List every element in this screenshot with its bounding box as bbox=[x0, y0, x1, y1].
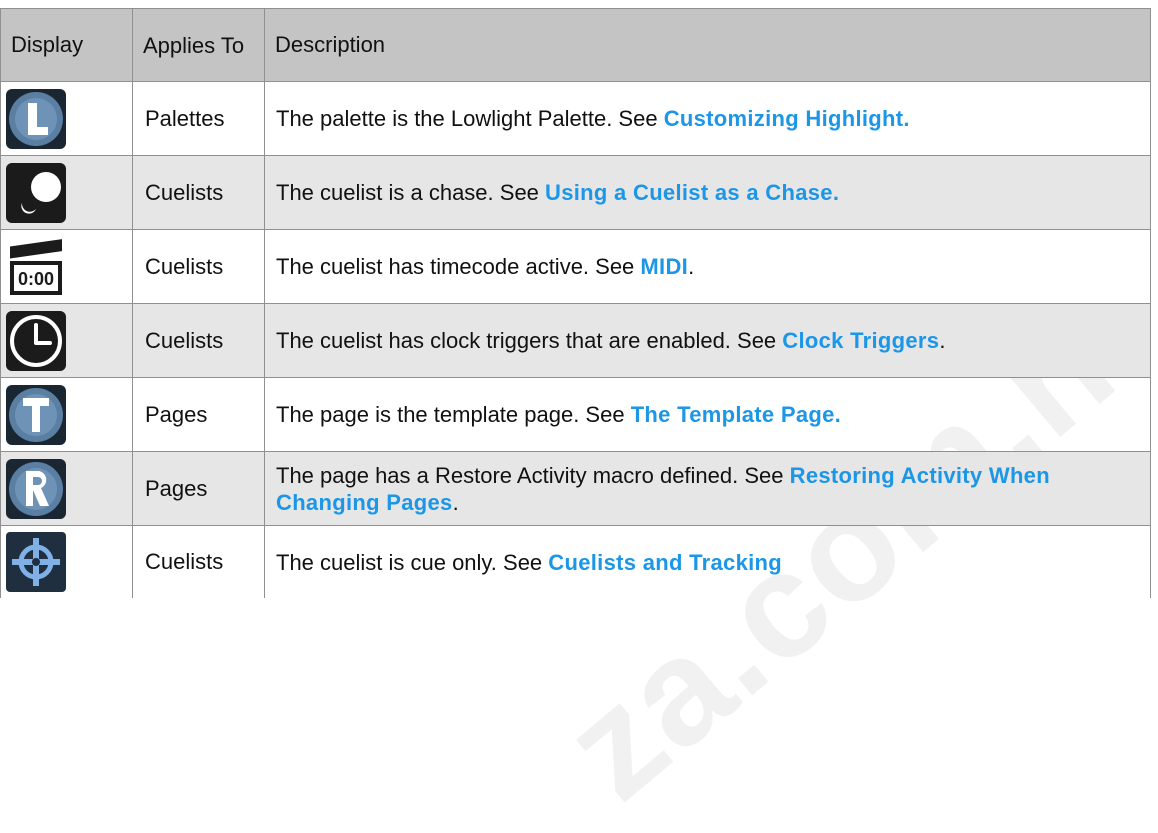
description-text: The page has a Restore Activity macro de… bbox=[276, 462, 790, 488]
link-clock-triggers[interactable]: Clock Triggers bbox=[782, 328, 939, 353]
applies-cell: Cuelists bbox=[132, 229, 265, 304]
description-text: The cuelist is cue only. See bbox=[276, 549, 549, 575]
chase-icon bbox=[6, 162, 66, 223]
description-cell: The cuelist is cue only. See Cuelists an… bbox=[264, 525, 1151, 598]
description-suffix: . bbox=[452, 489, 459, 515]
table-row: Cuelists The cuelist is cue only. See Cu… bbox=[0, 525, 1151, 598]
display-cell bbox=[0, 303, 133, 378]
header-description: Description bbox=[264, 8, 1151, 82]
clock-icon bbox=[6, 310, 66, 371]
template-page-icon bbox=[6, 384, 66, 445]
table-header-row: Display Applies To Description bbox=[0, 8, 1151, 82]
restore-activity-icon bbox=[6, 458, 66, 519]
description-cell: The cuelist has clock triggers that are … bbox=[264, 303, 1151, 378]
description-cell: The cuelist is a chase. See Using a Cuel… bbox=[264, 155, 1151, 230]
table-row: Pages The page is the template page. See… bbox=[0, 377, 1151, 452]
link-using-cuelist-as-chase[interactable]: Using a Cuelist as a Chase. bbox=[545, 180, 839, 205]
header-display: Display bbox=[0, 8, 133, 82]
table-row: Palettes The palette is the Lowlight Pal… bbox=[0, 81, 1151, 156]
description-suffix: . bbox=[939, 328, 946, 353]
description-suffix: . bbox=[688, 254, 695, 279]
display-cell bbox=[0, 155, 133, 230]
description-cell: The page is the template page. See The T… bbox=[264, 377, 1151, 452]
applies-cell: Cuelists bbox=[132, 155, 265, 230]
table-row: Pages The page has a Restore Activity ma… bbox=[0, 451, 1151, 526]
display-cell bbox=[0, 525, 133, 598]
timecode-icon-text: 0:00 bbox=[18, 269, 54, 289]
timecode-icon: 0:00 bbox=[6, 236, 66, 297]
link-customizing-highlight[interactable]: Customizing Highlight. bbox=[664, 106, 910, 131]
description-text: The cuelist is a chase. See bbox=[276, 180, 546, 205]
description-text: The palette is the Lowlight Palette. See bbox=[276, 106, 664, 131]
applies-cell: Pages bbox=[132, 377, 265, 452]
link-cuelists-and-tracking[interactable]: Cuelists and Tracking bbox=[548, 550, 782, 575]
table-row: 0:00 Cuelists The cuelist has timecode a… bbox=[0, 229, 1151, 304]
cue-only-icon bbox=[6, 532, 66, 592]
applies-cell: Pages bbox=[132, 451, 265, 526]
applies-cell: Cuelists bbox=[132, 303, 265, 378]
table-row: Cuelists The cuelist has clock triggers … bbox=[0, 303, 1151, 378]
link-midi[interactable]: MIDI bbox=[640, 254, 688, 279]
header-applies-to: Applies To bbox=[132, 8, 265, 82]
description-cell: The palette is the Lowlight Palette. See… bbox=[264, 81, 1151, 156]
display-cell: 0:00 bbox=[0, 229, 133, 304]
description-text: The cuelist has timecode active. See bbox=[276, 254, 641, 279]
lowlight-palette-icon bbox=[6, 88, 66, 149]
applies-cell: Palettes bbox=[132, 81, 265, 156]
description-cell: The page has a Restore Activity macro de… bbox=[264, 451, 1151, 526]
display-cell bbox=[0, 451, 133, 526]
table-row: Cuelists The cuelist is a chase. See Usi… bbox=[0, 155, 1151, 230]
icon-reference-table: Display Applies To Description Palettes … bbox=[0, 8, 1151, 598]
description-text: The cuelist has clock triggers that are … bbox=[276, 328, 783, 353]
applies-cell: Cuelists bbox=[132, 525, 265, 598]
display-cell bbox=[0, 81, 133, 156]
description-cell: The cuelist has timecode active. See MID… bbox=[264, 229, 1151, 304]
description-text: The page is the template page. See bbox=[276, 402, 631, 427]
display-cell bbox=[0, 377, 133, 452]
link-template-page[interactable]: The Template Page. bbox=[631, 402, 841, 427]
